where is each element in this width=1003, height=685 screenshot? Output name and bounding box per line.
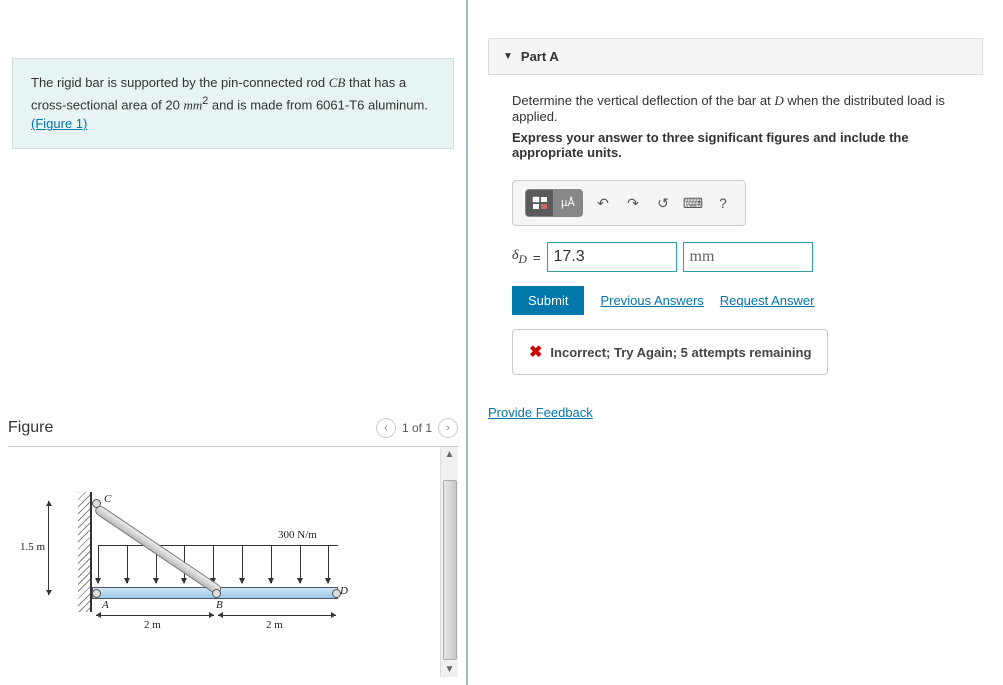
redo-icon[interactable]: ↷: [623, 193, 643, 213]
label-w1: 2 m: [144, 619, 161, 631]
collapse-icon: ▼: [503, 51, 513, 62]
template-icon: [532, 196, 548, 210]
answer-toolbar: µÅ ↶ ↷ ↺ ⌨ ?: [512, 180, 746, 226]
label-w2: 2 m: [266, 619, 283, 631]
provide-feedback-link[interactable]: Provide Feedback: [488, 405, 593, 420]
pin-c: [92, 499, 101, 508]
problem-statement: The rigid bar is supported by the pin-co…: [12, 58, 454, 149]
feedback-text: Incorrect; Try Again; 5 attempts remaini…: [550, 345, 811, 360]
pin-b: [212, 589, 221, 598]
answer-unit-input[interactable]: [683, 242, 813, 272]
label-a: A: [102, 599, 109, 611]
pin-a: [92, 589, 101, 598]
dim-vertical: [48, 501, 49, 595]
figure-title: Figure: [8, 419, 53, 437]
scroll-up-icon[interactable]: ▲: [443, 447, 457, 462]
label-height: 1.5 m: [20, 541, 45, 553]
request-answer-link[interactable]: Request Answer: [720, 293, 815, 308]
figure-next-button[interactable]: ›: [438, 418, 458, 438]
scroll-thumb[interactable]: [443, 480, 457, 660]
label-c: C: [104, 493, 111, 505]
keyboard-icon[interactable]: ⌨: [683, 193, 703, 213]
label-load: 300 N/m: [278, 529, 317, 541]
part-header[interactable]: ▼ Part A: [488, 38, 983, 75]
previous-answers-link[interactable]: Previous Answers: [600, 293, 703, 308]
answer-value-input[interactable]: [547, 242, 677, 272]
dim-h2: [218, 615, 336, 616]
label-d: D: [340, 585, 348, 597]
reset-icon[interactable]: ↺: [653, 193, 673, 213]
instruction-1: Determine the vertical deflection of the…: [512, 93, 979, 124]
wall-support: [78, 492, 92, 612]
figure-canvas: 1.5 m 300 N/m: [8, 447, 440, 677]
feedback-message: ✖ Incorrect; Try Again; 5 attempts remai…: [512, 329, 828, 375]
instruction-2: Express your answer to three significant…: [512, 130, 979, 160]
area-unit: mm: [183, 97, 202, 112]
figure-pager: 1 of 1: [402, 421, 432, 435]
problem-text-mid2: and is made from 6061-T6 aluminum.: [208, 97, 428, 112]
rod-label: CB: [329, 75, 346, 90]
scroll-down-icon[interactable]: ▼: [443, 662, 457, 677]
equals-sign: =: [533, 250, 541, 265]
units-button[interactable]: µÅ: [554, 190, 582, 216]
incorrect-icon: ✖: [529, 342, 542, 362]
answer-variable: δD: [512, 248, 527, 266]
label-b: B: [216, 599, 223, 611]
distributed-load: [98, 545, 338, 587]
dim-h1: [96, 615, 214, 616]
part-title: Part A: [521, 49, 559, 64]
figure-link[interactable]: (Figure 1): [31, 116, 87, 131]
figure-prev-button[interactable]: ‹: [376, 418, 396, 438]
help-icon[interactable]: ?: [713, 193, 733, 213]
problem-text: The rigid bar is supported by the pin-co…: [31, 75, 329, 90]
submit-button[interactable]: Submit: [512, 286, 584, 315]
undo-icon[interactable]: ↶: [593, 193, 613, 213]
figure-scrollbar[interactable]: ▲ ▼: [440, 447, 458, 677]
template-button[interactable]: [526, 190, 554, 216]
